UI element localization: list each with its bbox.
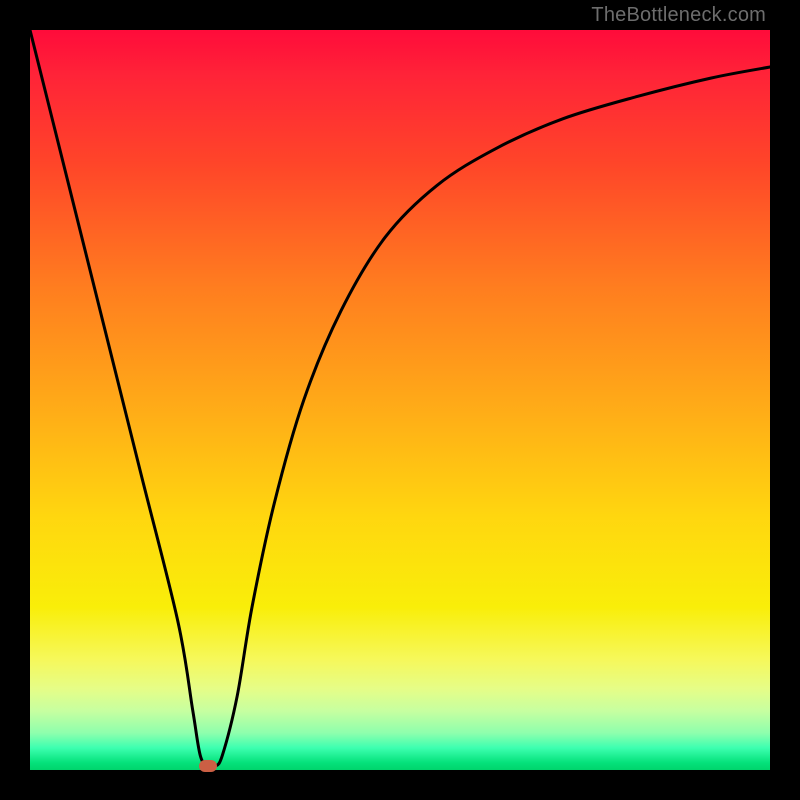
- bottleneck-curve-path: [30, 30, 770, 768]
- watermark-text: TheBottleneck.com: [591, 4, 766, 27]
- chart-curve-svg: [30, 30, 770, 770]
- optimal-point-marker: [199, 760, 217, 772]
- chart-frame: [30, 30, 770, 770]
